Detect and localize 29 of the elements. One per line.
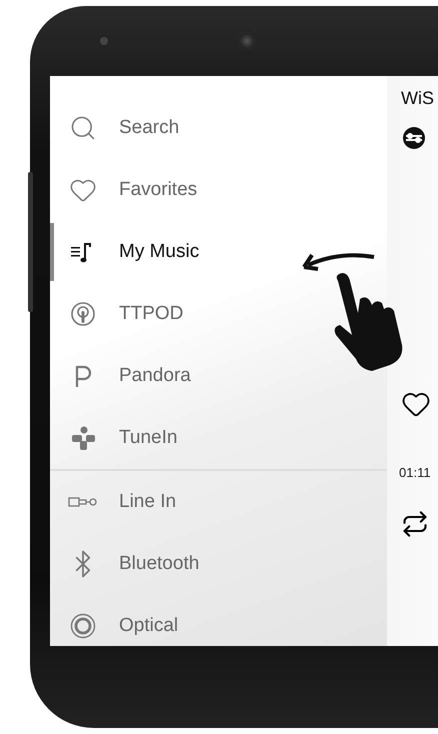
drawer-item[interactable]: Optical xyxy=(50,595,186,646)
drawer-item-label: Pandora xyxy=(119,365,191,387)
blocks-logo-icon xyxy=(70,425,96,451)
camera-lens xyxy=(238,32,256,50)
speaker-dot xyxy=(100,37,108,45)
drawer-item[interactable]: Pandora xyxy=(50,345,199,407)
drawer-item[interactable]: My Music xyxy=(50,221,208,283)
drawer-item[interactable]: TTPOD xyxy=(50,283,192,345)
drawer-item-label: My Music xyxy=(119,241,200,263)
drawer-item[interactable]: Line In xyxy=(50,471,184,533)
drawer-item[interactable]: TuneIn xyxy=(50,407,186,469)
search-icon xyxy=(69,114,97,142)
drawer-item-label: TuneIn xyxy=(119,427,178,449)
repeat-icon[interactable] xyxy=(401,510,429,538)
concentric-circles-icon xyxy=(70,613,96,639)
drawer-item-label: Optical xyxy=(119,615,178,637)
drawer-item[interactable]: Bluetooth xyxy=(50,533,208,595)
link-circle-icon xyxy=(401,125,427,151)
drawer-item-label: Line In xyxy=(119,491,176,513)
drawer-item-label: Bluetooth xyxy=(119,553,200,575)
drawer-item-label: Favorites xyxy=(119,179,198,201)
podcast-icon xyxy=(70,301,96,327)
drawer-item[interactable]: Search xyxy=(50,97,188,159)
drawer-item-label: Search xyxy=(119,117,180,139)
drawer-item[interactable]: Favorites xyxy=(50,159,206,221)
drawer-item-label: TTPOD xyxy=(119,303,184,325)
elapsed-time: 01:11 xyxy=(399,465,432,480)
audio-jack-icon xyxy=(68,496,98,508)
track-title: WiS xyxy=(401,88,435,109)
